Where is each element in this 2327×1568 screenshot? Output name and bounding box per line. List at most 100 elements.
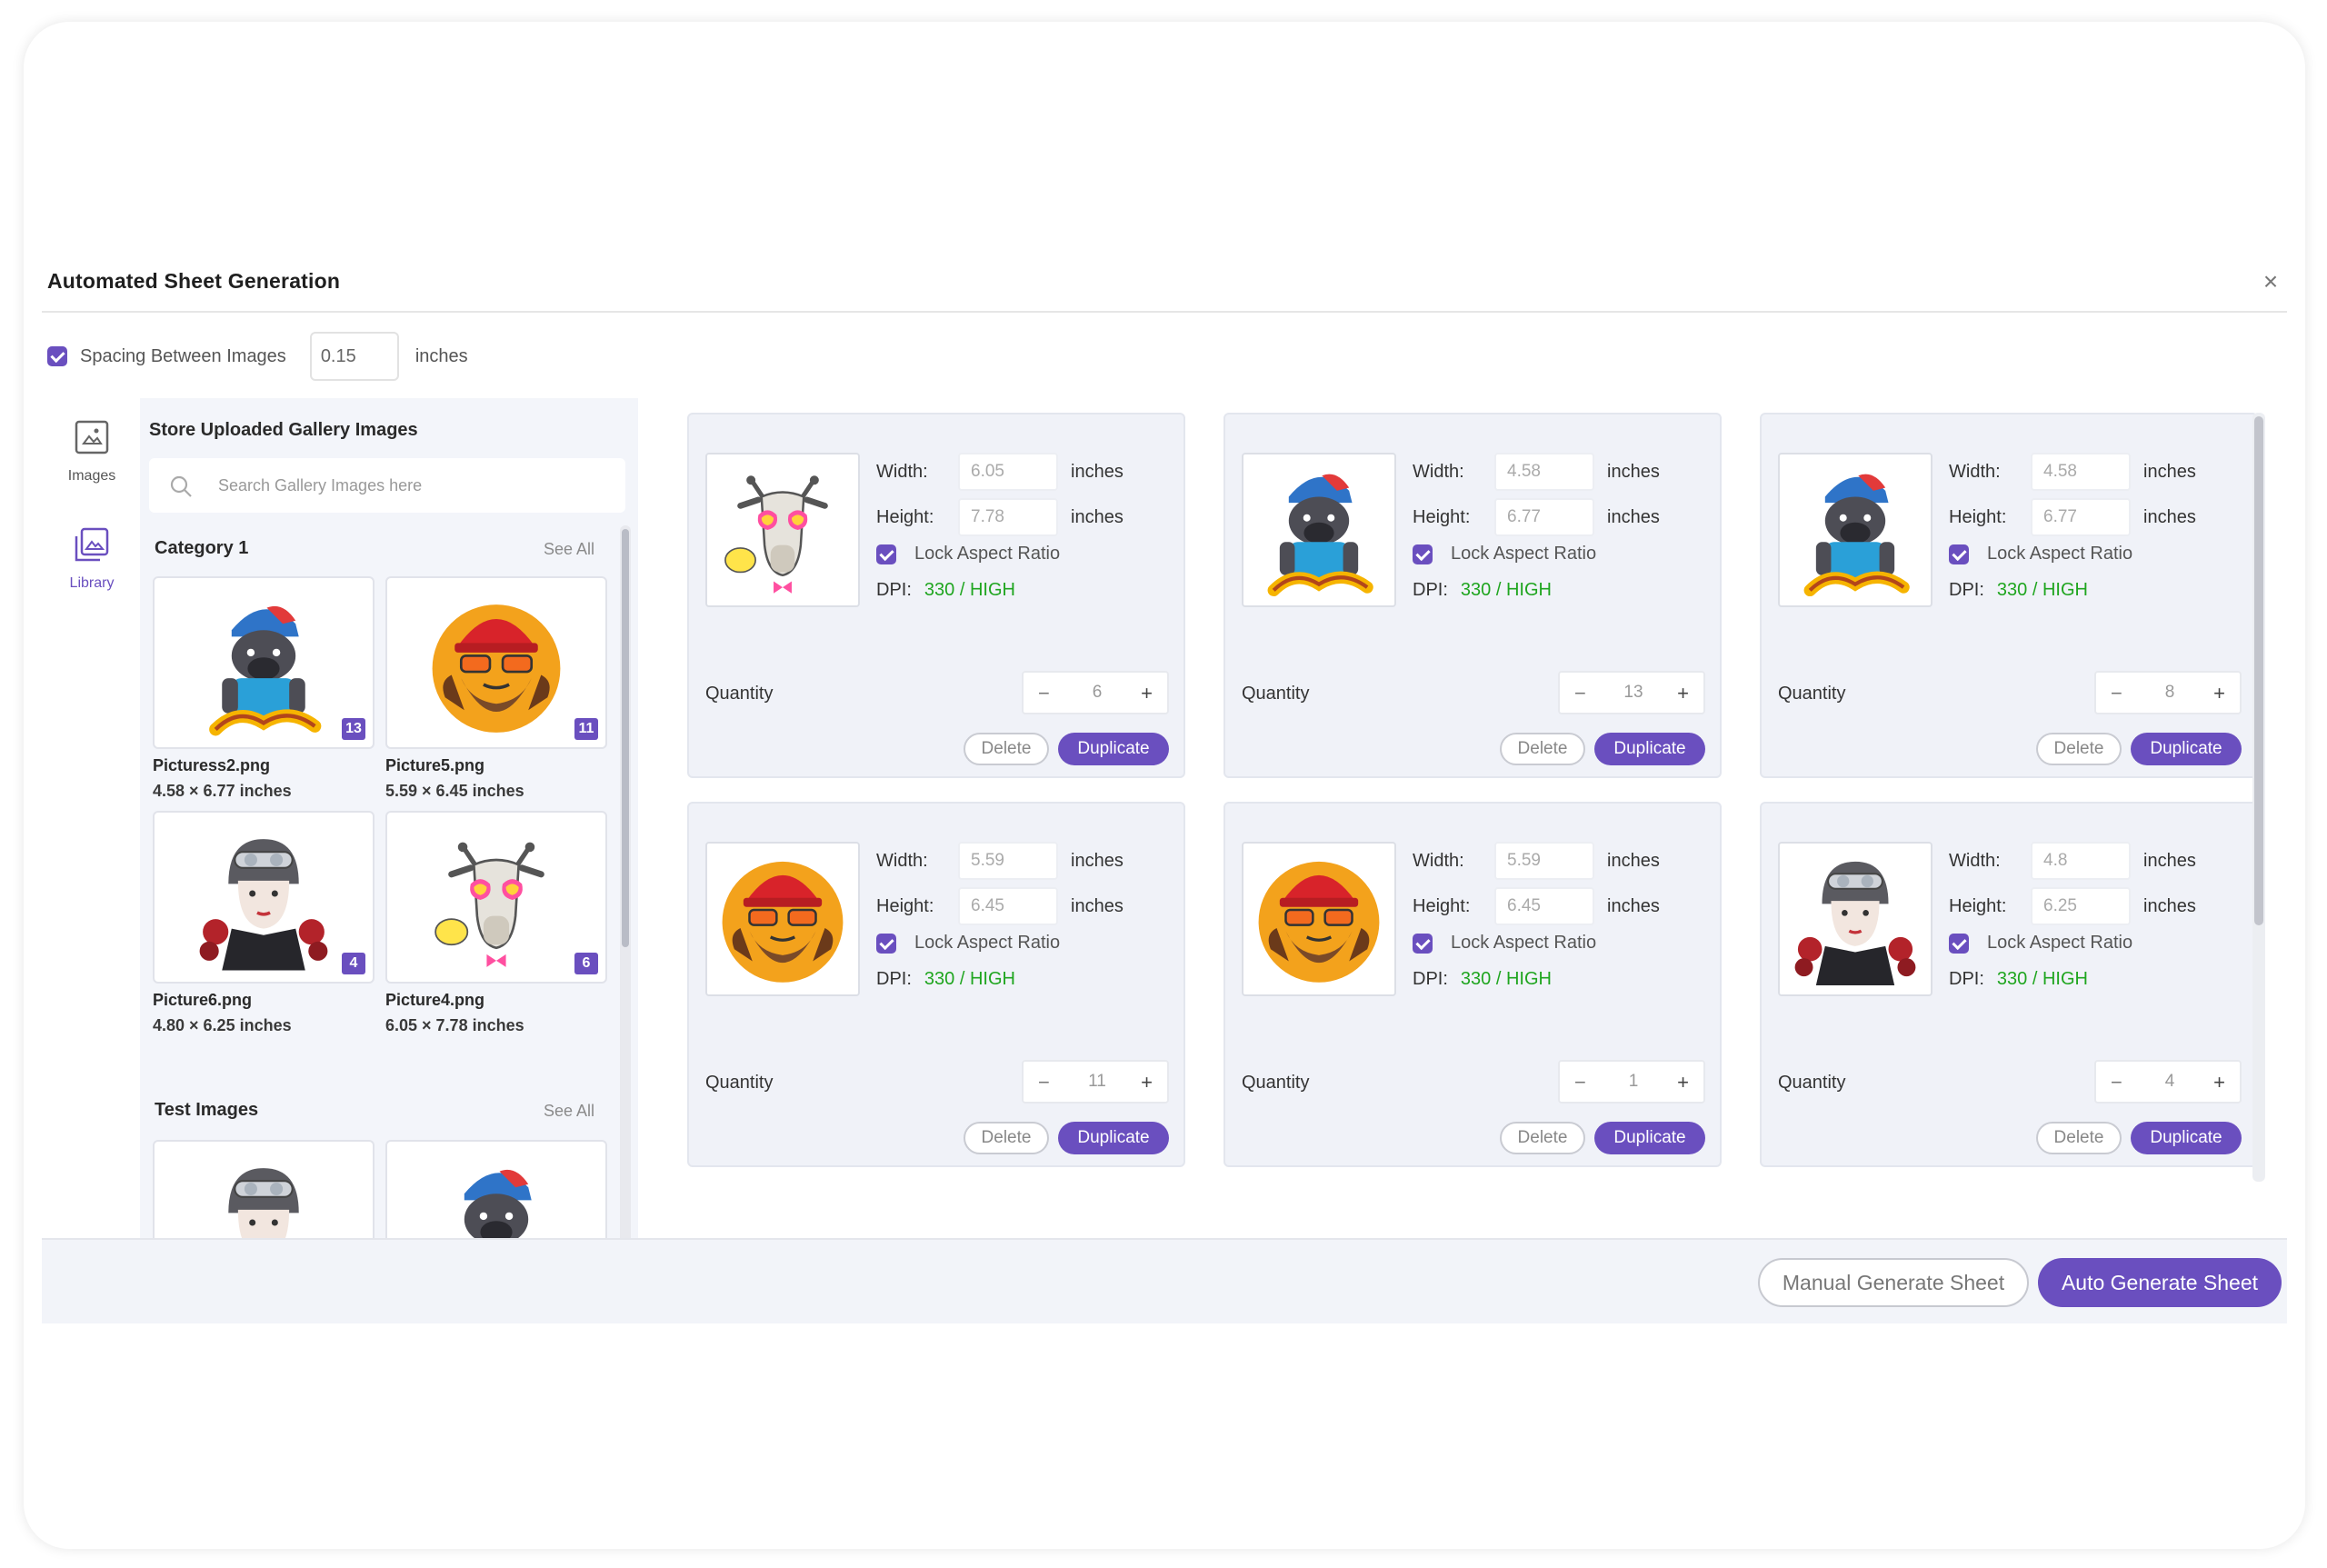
lock-aspect-checkbox[interactable] [1949, 544, 1969, 564]
height-input[interactable]: 6.45 [958, 887, 1058, 925]
plus-icon[interactable]: + [2213, 1071, 2225, 1094]
plus-icon[interactable]: + [1141, 1071, 1153, 1094]
minus-icon[interactable]: − [1574, 1071, 1586, 1094]
gallery-scroll-thumb[interactable] [622, 529, 629, 947]
quantity-stepper: 1 − + [1558, 1060, 1705, 1104]
duplicate-button[interactable]: Duplicate [1594, 1122, 1705, 1154]
delete-button[interactable]: Delete [2036, 733, 2122, 765]
lock-aspect-label: Lock Aspect Ratio [914, 544, 1061, 564]
width-input[interactable]: 5.59 [958, 842, 1058, 880]
delete-button[interactable]: Delete [1500, 1122, 1585, 1154]
dpi-label: DPI: [1413, 969, 1448, 989]
gallery-heading: Store Uploaded Gallery Images [149, 420, 418, 440]
dpi-row: DPI: 330 / HIGH [1413, 969, 1552, 990]
gallery-tile[interactable]: 13 [153, 576, 375, 749]
dpi-row: DPI: 330 / HIGH [1949, 969, 2088, 990]
card-thumbnail [1778, 842, 1933, 996]
delete-button[interactable]: Delete [2036, 1122, 2122, 1154]
bulldog-illustration [1803, 474, 1910, 597]
height-input[interactable]: 6.77 [1494, 498, 1594, 536]
width-input[interactable]: 4.58 [2031, 453, 2131, 491]
height-input[interactable]: 7.78 [958, 498, 1058, 536]
gallery-scrollbar[interactable] [620, 525, 631, 1245]
lock-aspect-checkbox[interactable] [876, 544, 896, 564]
minus-icon[interactable]: − [1574, 682, 1586, 705]
gallery-tile[interactable] [153, 1140, 375, 1245]
minus-icon[interactable]: − [2111, 682, 2122, 705]
rail-images-button[interactable]: Images [44, 418, 140, 484]
delete-button[interactable]: Delete [964, 733, 1049, 765]
height-row: Height: 6.45 inches [1413, 887, 1660, 925]
dpi-label: DPI: [876, 969, 912, 989]
height-input[interactable]: 6.25 [2031, 887, 2131, 925]
plus-icon[interactable]: + [1141, 682, 1153, 705]
height-input[interactable]: 6.77 [2031, 498, 2131, 536]
usage-count-badge: 4 [342, 953, 365, 974]
spacing-unit: inches [414, 345, 468, 366]
see-all-link[interactable]: See All [544, 1102, 594, 1121]
gallery-tile[interactable]: 11 [385, 576, 607, 749]
manual-generate-button[interactable]: Manual Generate Sheet [1758, 1258, 2029, 1307]
minus-icon[interactable]: − [2111, 1071, 2122, 1094]
card-thumbnail [1242, 453, 1396, 607]
red-hat-man-illustration [1258, 861, 1380, 983]
lock-aspect-checkbox[interactable] [1413, 933, 1433, 954]
image-config-card: Width: 5.59 inches Height: 6.45 inches L… [1223, 802, 1722, 1167]
lock-aspect-row: Lock Aspect Ratio [1949, 544, 2132, 564]
width-input[interactable]: 4.8 [2031, 842, 2131, 880]
delete-button[interactable]: Delete [1500, 733, 1585, 765]
giraffe-illustration [434, 842, 544, 967]
plus-icon[interactable]: + [1677, 682, 1689, 705]
delete-button[interactable]: Delete [964, 1122, 1049, 1154]
height-label: Height: [1949, 895, 2007, 916]
gallery-file-name: Picture5.png [385, 756, 485, 774]
width-unit: inches [2143, 850, 2196, 871]
spacing-checkbox[interactable] [47, 346, 67, 366]
cards-scroll-thumb[interactable] [2254, 416, 2263, 925]
auto-generate-button[interactable]: Auto Generate Sheet [2038, 1258, 2282, 1307]
plus-icon[interactable]: + [2213, 682, 2225, 705]
duplicate-button[interactable]: Duplicate [1058, 1122, 1169, 1154]
bulldog-illustration [454, 1169, 538, 1245]
quantity-stepper: 13 − + [1558, 671, 1705, 714]
plus-icon[interactable]: + [1677, 1071, 1689, 1094]
gallery-search-input[interactable]: Search Gallery Images here [149, 458, 625, 513]
lock-aspect-row: Lock Aspect Ratio [1949, 933, 2132, 954]
lock-aspect-label: Lock Aspect Ratio [914, 933, 1061, 953]
tile-artwork [416, 1149, 576, 1245]
quantity-label: Quantity [705, 1073, 774, 1093]
lock-aspect-checkbox[interactable] [1413, 544, 1433, 564]
height-label: Height: [876, 895, 934, 916]
lock-aspect-label: Lock Aspect Ratio [1451, 544, 1597, 564]
minus-icon[interactable]: − [1038, 1071, 1050, 1094]
minus-icon[interactable]: − [1038, 682, 1050, 705]
gallery-file-dims: 4.58 × 6.77 inches [153, 782, 292, 800]
search-placeholder: Search Gallery Images here [218, 476, 423, 494]
see-all-link[interactable]: See All [544, 540, 594, 559]
height-input[interactable]: 6.45 [1494, 887, 1594, 925]
cards-scrollbar[interactable] [2252, 413, 2265, 1182]
duplicate-button[interactable]: Duplicate [1594, 733, 1705, 765]
image-config-card: Width: 4.8 inches Height: 6.25 inches Lo… [1760, 802, 2258, 1167]
lock-aspect-checkbox[interactable] [1949, 933, 1969, 954]
height-unit: inches [1071, 506, 1124, 527]
rail-library-button[interactable]: Library [44, 525, 140, 592]
gallery-tile[interactable] [385, 1140, 607, 1245]
gallery-file-dims: 5.59 × 6.45 inches [385, 782, 524, 800]
tile-artwork [416, 820, 576, 980]
width-input[interactable]: 6.05 [958, 453, 1058, 491]
duplicate-button[interactable]: Duplicate [2131, 733, 2242, 765]
lock-aspect-checkbox[interactable] [876, 933, 896, 954]
width-input[interactable]: 5.59 [1494, 842, 1594, 880]
close-icon[interactable]: × [2258, 269, 2283, 295]
card-thumbnail [705, 842, 860, 996]
width-input[interactable]: 4.58 [1494, 453, 1594, 491]
dpi-value: 330 / HIGH [1996, 580, 2088, 600]
duplicate-button[interactable]: Duplicate [1058, 733, 1169, 765]
gallery-tile[interactable]: 4 [153, 811, 375, 984]
duplicate-button[interactable]: Duplicate [2131, 1122, 2242, 1154]
spacing-input[interactable]: 0.15 [309, 332, 399, 381]
quantity-label: Quantity [1778, 684, 1846, 704]
gallery-tile[interactable]: 6 [385, 811, 607, 984]
dpi-row: DPI: 330 / HIGH [1949, 580, 2088, 601]
